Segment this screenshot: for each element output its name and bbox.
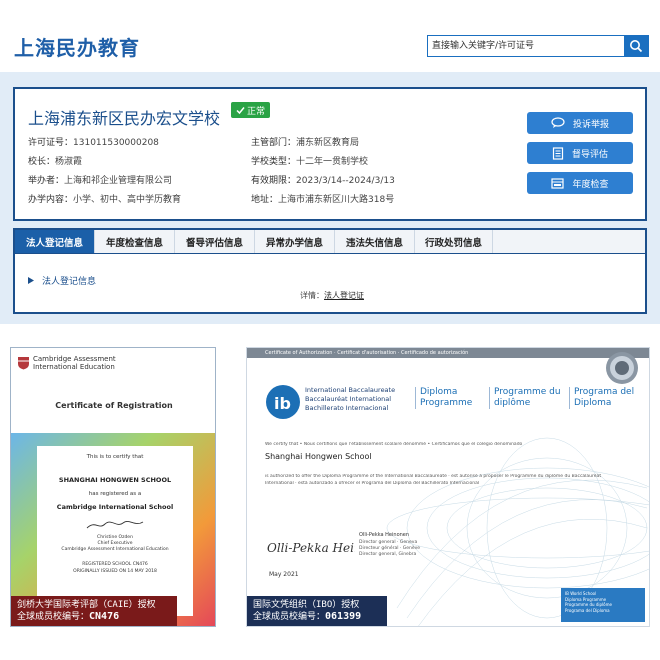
program-fr: Programme du diplôme bbox=[489, 387, 561, 409]
chat-bubble-icon bbox=[551, 117, 565, 128]
svg-text:ib: ib bbox=[274, 394, 291, 413]
check-icon bbox=[236, 106, 245, 114]
ib-logo-icon: ib bbox=[266, 385, 300, 419]
status-text: 正常 bbox=[247, 106, 266, 117]
validity-field: 有效期限：2023/3/14--2024/3/13 bbox=[251, 176, 395, 186]
ib-signer-name: Olli-Pekka Heinonen bbox=[359, 532, 410, 538]
ib-caption-line1: 国际文凭组织（IBO）授权 bbox=[253, 600, 360, 610]
ib-signature: Olli-Pekka Heinonen bbox=[267, 541, 355, 555]
caret-right-icon bbox=[28, 277, 34, 284]
ib-date: May 2021 bbox=[269, 571, 299, 578]
cambridge-school-name: SHANGHAI HONGWEN SCHOOL bbox=[58, 476, 172, 484]
program-en: Diploma Programme bbox=[415, 387, 472, 409]
ib-signer-title1: Director general · Geneva bbox=[359, 540, 418, 545]
cambridge-caption-line2: 全球成员校编号：CN476 bbox=[17, 611, 120, 622]
tab-supervision[interactable]: 督导评估信息 bbox=[175, 230, 255, 253]
calendar-icon bbox=[551, 178, 565, 189]
principal-field: 校长：杨淑霞 bbox=[28, 157, 83, 167]
tab-bar: 法人登记信息 年度检查信息 督导评估信息 异常办学信息 违法失信信息 行政处罚信… bbox=[15, 230, 645, 254]
ib-signer-title3: Director general, Ginebra bbox=[359, 552, 417, 557]
cambridge-org-line1: Cambridge Assessment bbox=[33, 355, 116, 363]
hologram-icon bbox=[606, 352, 638, 384]
tab-abnormal[interactable]: 异常办学信息 bbox=[255, 230, 335, 253]
status-badge: 正常 bbox=[231, 102, 271, 118]
tab-penalty[interactable]: 行政处罚信息 bbox=[415, 230, 493, 253]
detail-line: 详情：法人登记证 bbox=[300, 291, 364, 300]
ib-org-en: International Baccalaureate bbox=[305, 386, 396, 394]
cambridge-signature bbox=[86, 520, 144, 529]
annual-inspection-button[interactable]: 年度检查 bbox=[527, 172, 633, 194]
page: 上海民办教育 上海浦东新区民办宏文学校 正常 许可证号：131011530000… bbox=[0, 0, 660, 660]
signer-title: Chief Executive bbox=[97, 541, 133, 546]
supervision-button[interactable]: 督导评估 bbox=[527, 142, 633, 164]
site-logo[interactable]: 上海民办教育 bbox=[14, 32, 140, 61]
address-field: 地址：上海市浦东新区川大路318号 bbox=[251, 195, 395, 205]
signer-name: Christine Ozden bbox=[97, 535, 133, 540]
complaint-button[interactable]: 投诉举报 bbox=[527, 112, 633, 134]
ib-auth-line2: International · está autorizado a ofrece… bbox=[265, 481, 480, 486]
ib-certify-text: We certify that • Nous certifions que l'… bbox=[265, 442, 523, 447]
search-box bbox=[427, 35, 649, 57]
ib-auth-line1: is authorized to offer the Diploma Progr… bbox=[265, 474, 602, 479]
ib-signer-title2: Directeur général · Genève bbox=[359, 546, 421, 551]
cambridge-org-line2: International Education bbox=[33, 363, 115, 371]
detail-link[interactable]: 法人登记证 bbox=[324, 291, 364, 300]
school-type-field: 学校类型：十二年一贯制学校 bbox=[251, 157, 369, 167]
ib-org-fr: Baccalauréat International bbox=[305, 395, 392, 403]
ib-org-es: Bachillerato Internacional bbox=[305, 404, 389, 412]
certificate-background bbox=[11, 433, 215, 626]
search-button[interactable] bbox=[624, 36, 648, 56]
registered-text: has registered as a bbox=[88, 491, 142, 497]
tab-dishonesty[interactable]: 违法失信信息 bbox=[335, 230, 415, 253]
programs-field: 办学内容：小学、初中、高中学历教育 bbox=[28, 195, 182, 205]
section-title[interactable]: 法人登记信息 bbox=[28, 274, 96, 287]
tab-annual-inspection[interactable]: 年度检查信息 bbox=[95, 230, 175, 253]
cambridge-certificate: Cambridge Assessment International Educa… bbox=[10, 347, 216, 627]
certificate-stripe: Certificate of Authorization · Certifica… bbox=[247, 348, 649, 358]
sponsor-field: 举办者：上海和祁企业管理有限公司 bbox=[28, 176, 173, 186]
search-input[interactable] bbox=[428, 36, 624, 56]
ib-caption-line2: 全球成员校编号：061399 bbox=[253, 611, 362, 622]
program-es: Programa del Diploma bbox=[569, 387, 634, 409]
info-tabs-panel: 法人登记信息 年度检查信息 督导评估信息 异常办学信息 违法失信信息 行政处罚信… bbox=[13, 228, 647, 314]
ib-certificate: Certificate of Authorization · Certifica… bbox=[246, 347, 650, 627]
license-field: 许可证号：131011530000208 bbox=[28, 138, 159, 148]
signer-org: Cambridge Assessment International Educa… bbox=[61, 547, 169, 552]
ib-caption: 国际文凭组织（IBO）授权 全球成员校编号：061399 bbox=[247, 596, 387, 626]
cambridge-caption-line1: 剑桥大学国际考评部（CAIE）授权 bbox=[17, 600, 156, 610]
cambridge-crest-icon bbox=[18, 357, 29, 370]
issue-date: ORIGINALLY ISSUED ON 14 MAY 2018 bbox=[73, 569, 157, 574]
cambridge-caption: 剑桥大学国际考评部（CAIE）授权 全球成员校编号：CN476 bbox=[11, 596, 177, 626]
ib-school-name: Shanghai Hongwen School bbox=[265, 452, 372, 461]
authority-field: 主管部门：浦东新区教育局 bbox=[251, 138, 360, 148]
search-icon bbox=[630, 40, 643, 53]
school-card: 上海浦东新区民办宏文学校 正常 许可证号：131011530000208 主管部… bbox=[13, 87, 647, 221]
site-header: 上海民办教育 bbox=[0, 0, 660, 70]
certify-text: This is to certify that bbox=[86, 454, 144, 460]
ib-signature-text: Olli-Pekka Heinonen bbox=[267, 541, 355, 555]
document-icon bbox=[552, 146, 564, 160]
certificate-title: Certificate of Registration bbox=[55, 401, 173, 410]
tab-legal-registration[interactable]: 法人登记信息 bbox=[15, 230, 95, 253]
school-name: 上海浦东新区民办宏文学校 bbox=[28, 109, 221, 128]
registration-number: REGISTERED SCHOOL CN476 bbox=[82, 562, 148, 567]
school-type-text: Cambridge International School bbox=[56, 503, 174, 511]
ib-world-school-badge: IB World School Diploma Programme Progra… bbox=[561, 588, 645, 622]
